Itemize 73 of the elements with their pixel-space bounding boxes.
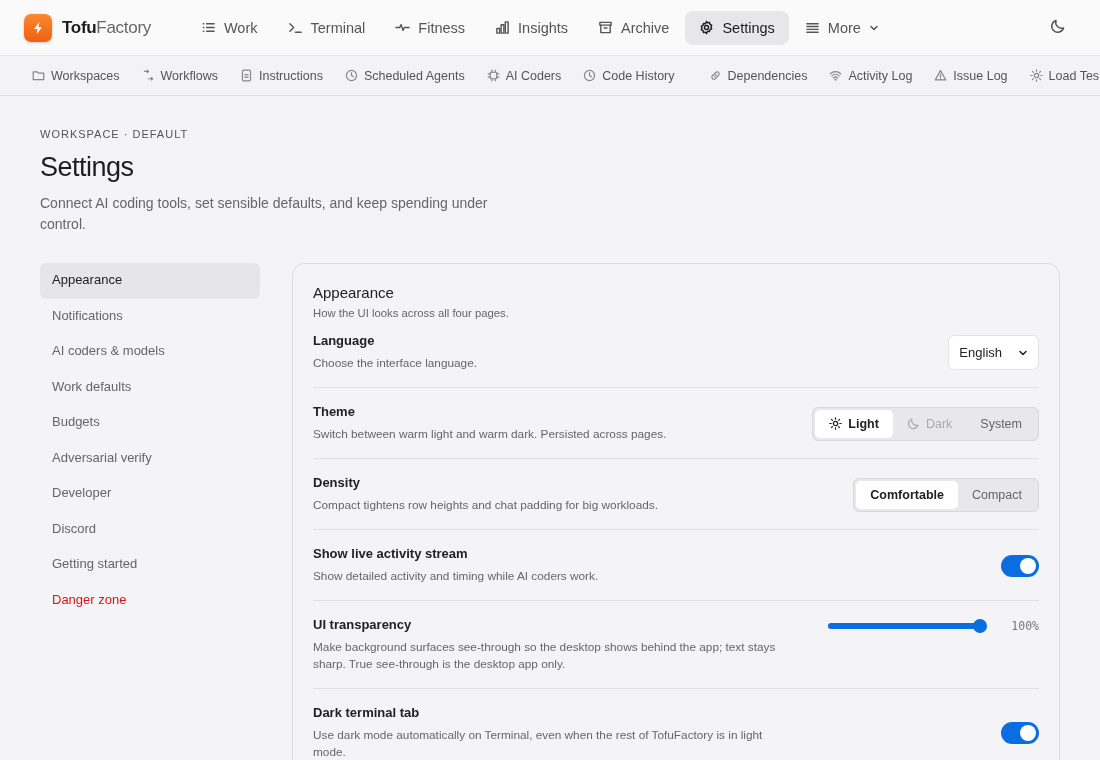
setting-label: Language [313,333,376,348]
sun-icon [829,417,843,430]
nav-tab[interactable]: Terminal [273,10,380,45]
page-title: Settings [40,152,135,183]
setting-description: Use dark mode automatically on Terminal, even when the rest of TofuFactory is in light mode. [313,727,764,760]
clock-icon [583,69,597,82]
setting-description: Switch between warm light and warm dark. Persisted across pages. [313,426,667,443]
breadcrumb: WORKSPACE · DEFAULT [40,128,190,140]
menu-icon [804,20,820,35]
subnav-link[interactable]: Load Tes [1029,68,1100,83]
setting-description: Make background surfaces see-through so the desktop shows behind the app; text stays sharp. True see-through is the desktop app only. [313,639,777,673]
setting-label: Density [313,475,361,490]
nav-tab[interactable]: Work [186,10,272,45]
list-icon [200,20,216,35]
folder-icon [32,69,45,82]
section-link[interactable]: Appearance [40,263,260,299]
page-subtitle: Connect AI coding tools, set sensible defaults, and keep spending under control. [40,194,489,234]
subnav-link[interactable]: Issue Log [934,68,1008,83]
toggle-switch[interactable] [1001,722,1039,744]
language-dropdown[interactable]: English [948,335,1039,370]
app-name: TofuFactory [62,17,151,38]
card-title: Appearance [313,284,395,301]
subnav-link[interactable]: Scheduled Agents [344,68,465,83]
subnav-link[interactable]: AI Coders [486,68,562,83]
setting-label: Show live activity stream [313,546,469,561]
subnav-link[interactable]: Dependencies [708,68,808,83]
section-link[interactable]: Adversarial verify [40,440,260,476]
warning-icon [934,69,948,82]
subnav-link[interactable]: Instructions [239,68,323,83]
section-link[interactable]: Notifications [40,298,260,334]
settings-icon [699,20,715,35]
terminal-icon [287,20,303,35]
segment-option[interactable]: System [966,409,1036,438]
chip-icon [486,69,500,82]
section-link[interactable]: Budgets [40,405,260,441]
setting-description: Show detailed activity and timing while AI coders work. [313,568,599,585]
section-link[interactable]: Getting started [40,547,260,583]
segment-option[interactable]: Compact [957,480,1036,509]
subnav-link[interactable]: Workspaces [32,68,120,83]
segment-option[interactable]: Comfortable [856,480,958,509]
lightning-icon [31,20,45,35]
archive-icon [598,20,614,35]
wifi-icon [829,69,843,82]
nav-tab[interactable]: Settings [685,10,789,45]
nav-tab[interactable]: Fitness [381,10,480,45]
section-link[interactable]: Work defaults [40,369,260,405]
setting-label: UI transparency [313,617,413,632]
setting-label: Theme [313,404,356,419]
segment-option[interactable]: Light [815,409,893,438]
section-link[interactable]: AI coders & models [40,334,260,370]
sun-icon [1029,69,1043,82]
moon-icon [906,417,920,430]
clock-icon [344,69,358,82]
moon-icon [1050,18,1066,34]
nav-tab[interactable]: More [790,10,893,45]
setting-description: Choose the interface language. [313,355,477,372]
document-icon [239,69,253,82]
nav-tab[interactable]: Archive [584,10,684,45]
toggle-switch[interactable] [1001,554,1039,577]
setting-description: Compact tightens row heights and chat padding for big workloads. [313,497,658,514]
subnav-link[interactable]: Activity Log [829,68,913,83]
link-icon [708,69,722,82]
section-link[interactable]: Danger zone [40,582,260,618]
card-subtitle: How the UI looks across all four pages. [313,307,510,319]
slider-reading: 100% [1011,619,1039,633]
arrows-icon [141,69,155,82]
subnav-link[interactable]: Code History [583,68,675,83]
section-link[interactable]: Discord [40,511,260,547]
section-link[interactable]: Developer [40,476,260,512]
nav-tab[interactable]: Insights [481,10,583,45]
bar-chart-icon [495,20,511,35]
setting-label: Dark terminal tab [313,705,421,720]
subnav-link[interactable]: Workflows [141,68,218,83]
